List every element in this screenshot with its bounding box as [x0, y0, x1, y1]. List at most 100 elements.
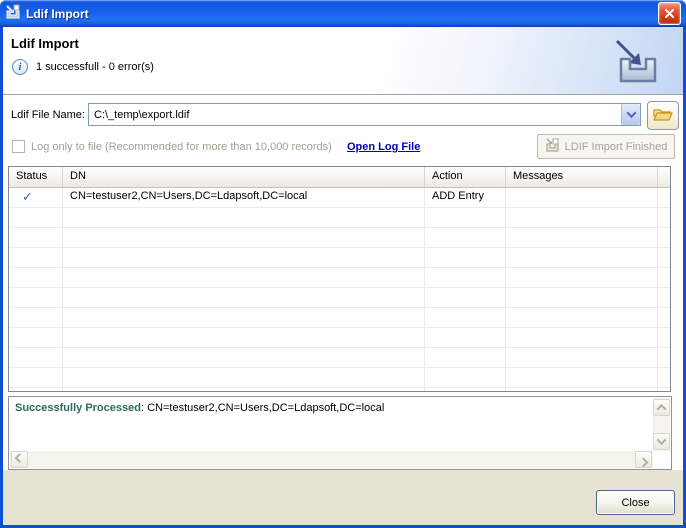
dialog-content: Ldif Import i 1 successfull - 0 error(s) — [3, 27, 683, 525]
empty-cell — [425, 308, 506, 327]
page-title: Ldif Import — [11, 36, 79, 51]
open-log-file-link[interactable]: Open Log File — [347, 141, 420, 153]
chevron-right-icon — [639, 457, 649, 467]
chevron-up-icon — [657, 404, 667, 414]
empty-cell — [9, 228, 63, 247]
row-dn-cell: CN=testuser2,CN=Users,DC=Ldapsoft,DC=loc… — [63, 188, 425, 207]
ldif-import-window-icon — [5, 4, 21, 23]
empty-cell — [506, 328, 658, 347]
empty-cell — [425, 248, 506, 267]
column-header-messages[interactable]: Messages — [506, 167, 658, 187]
empty-cell — [425, 288, 506, 307]
empty-cell — [63, 308, 425, 327]
table-row-empty — [9, 268, 670, 288]
scroll-up-button[interactable] — [653, 399, 670, 416]
empty-cell — [63, 288, 425, 307]
table-row-empty — [9, 208, 670, 228]
header-banner: Ldif Import i 1 successfull - 0 error(s) — [3, 27, 683, 94]
empty-cell — [658, 348, 670, 367]
empty-cell — [506, 388, 658, 392]
table-body: ✓ CN=testuser2,CN=Users,DC=Ldapsoft,DC=l… — [9, 188, 670, 392]
empty-cell — [63, 268, 425, 287]
scroll-right-button[interactable] — [635, 451, 652, 468]
close-button[interactable]: Close — [596, 490, 675, 515]
empty-cell — [658, 208, 670, 227]
scroll-down-button[interactable] — [653, 433, 670, 450]
table-row[interactable]: ✓ CN=testuser2,CN=Users,DC=Ldapsoft,DC=l… — [9, 188, 670, 208]
empty-cell — [9, 388, 63, 392]
row-filler-cell — [658, 188, 670, 207]
combo-dropdown-button[interactable] — [621, 104, 640, 125]
window-title: Ldif Import — [26, 7, 658, 21]
empty-cell — [9, 308, 63, 327]
empty-cell — [63, 388, 425, 392]
empty-cell — [425, 388, 506, 392]
empty-cell — [506, 248, 658, 267]
scroll-left-button[interactable] — [11, 451, 28, 468]
empty-cell — [63, 328, 425, 347]
empty-cell — [425, 208, 506, 227]
open-folder-icon — [653, 107, 673, 125]
empty-cell — [506, 308, 658, 327]
column-header-status[interactable]: Status — [9, 167, 63, 187]
result-log-text: Successfully Processed: CN=testuser2,CN=… — [15, 402, 384, 414]
empty-cell — [506, 348, 658, 367]
table-row-empty — [9, 328, 670, 348]
column-header-action[interactable]: Action — [425, 167, 506, 187]
empty-cell — [425, 228, 506, 247]
results-table: Status DN Action Messages ✓ CN=testuser2… — [8, 166, 671, 392]
header-separator — [3, 94, 683, 97]
successfully-processed-label: Successfully Processed — [15, 402, 141, 414]
table-header: Status DN Action Messages — [9, 167, 670, 188]
button-bar: Close — [3, 470, 683, 525]
empty-cell — [63, 208, 425, 227]
empty-cell — [658, 308, 670, 327]
empty-cell — [9, 328, 63, 347]
row-messages-cell — [506, 188, 658, 207]
close-icon[interactable] — [658, 2, 681, 25]
table-row-empty — [9, 288, 670, 308]
chevron-down-icon — [626, 108, 636, 118]
import-finished-icon — [545, 138, 560, 155]
title-bar[interactable]: Ldif Import — [0, 0, 686, 27]
empty-cell — [425, 328, 506, 347]
empty-cell — [63, 368, 425, 387]
empty-cell — [425, 368, 506, 387]
info-icon: i — [12, 59, 28, 75]
ldif-file-name-combo — [88, 103, 641, 126]
horizontal-scrollbar[interactable] — [10, 451, 653, 468]
ldif-file-name-label: Ldif File Name: — [11, 109, 85, 121]
empty-cell — [9, 288, 63, 307]
empty-cell — [9, 208, 63, 227]
column-header-filler — [658, 167, 670, 187]
chevron-left-icon — [15, 453, 25, 463]
table-row-empty — [9, 228, 670, 248]
empty-cell — [506, 288, 658, 307]
log-only-to-file-checkbox[interactable] — [12, 140, 25, 153]
ldif-file-name-input[interactable] — [89, 104, 621, 125]
empty-cell — [425, 348, 506, 367]
table-row-empty — [9, 248, 670, 268]
column-header-dn[interactable]: DN — [63, 167, 425, 187]
empty-cell — [658, 248, 670, 267]
vertical-scrollbar[interactable] — [653, 398, 670, 451]
processed-dn-text: : CN=testuser2,CN=Users,DC=Ldapsoft,DC=l… — [141, 402, 384, 414]
empty-cell — [9, 268, 63, 287]
success-check-icon: ✓ — [9, 188, 63, 207]
ldif-import-finished-label: LDIF Import Finished — [565, 141, 668, 153]
result-log-panel: Successfully Processed: CN=testuser2,CN=… — [8, 396, 672, 470]
empty-cell — [63, 248, 425, 267]
table-row-empty — [9, 308, 670, 328]
log-only-to-file-label: Log only to file (Recommended for more t… — [31, 141, 332, 153]
chevron-down-icon — [657, 435, 667, 445]
empty-cell — [658, 228, 670, 247]
empty-cell — [506, 208, 658, 227]
empty-cell — [506, 228, 658, 247]
empty-cell — [425, 268, 506, 287]
browse-file-button[interactable] — [647, 101, 679, 130]
table-row-empty — [9, 388, 670, 392]
ldif-import-finished-button[interactable]: LDIF Import Finished — [537, 134, 675, 159]
empty-cell — [658, 268, 670, 287]
empty-cell — [658, 288, 670, 307]
empty-cell — [63, 348, 425, 367]
